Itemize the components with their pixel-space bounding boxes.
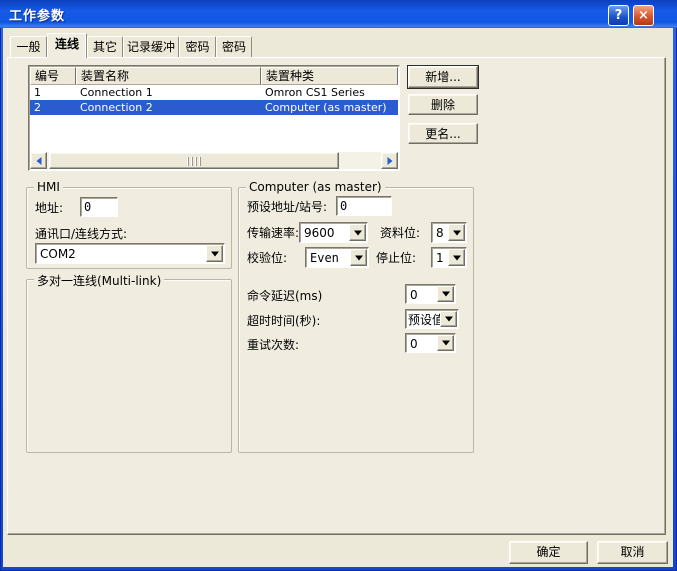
delete-button[interactable]: 删除: [408, 94, 478, 115]
combo-value: 9600: [304, 225, 335, 241]
port-combobox[interactable]: COM2: [35, 243, 225, 264]
tab-record-buffer[interactable]: 记录缓冲区: [123, 36, 179, 57]
cell-name: Connection 1: [76, 85, 261, 100]
multilink-group-title: 多对一连线(Multi-link): [34, 272, 164, 289]
command-delay-label: 命令延迟(ms): [247, 288, 322, 304]
dropdown-button[interactable]: [206, 245, 223, 262]
default-address-label: 预设地址/站号:: [247, 199, 327, 215]
tab-password-table[interactable]: 密码表: [179, 36, 216, 57]
hmi-group-title: HMI: [34, 180, 63, 194]
multilink-group: 多对一连线(Multi-link): [26, 279, 232, 453]
command-delay-combobox[interactable]: 0: [405, 284, 456, 304]
default-address-input[interactable]: 0: [336, 196, 392, 216]
retry-count-combobox[interactable]: 0: [405, 333, 456, 353]
hmi-group: HMI 地址: 0 通讯口/连线方式: COM2: [26, 187, 232, 269]
chevron-down-icon: [453, 230, 461, 235]
device-list: 编号 装置名称 装置种类 1 Connection 1 Omron CS1 Se…: [28, 65, 400, 171]
arrow-right-icon: [387, 157, 392, 165]
parity-label: 校验位:: [247, 250, 287, 266]
scrollbar-thumb[interactable]: [49, 152, 339, 169]
combo-value: COM2: [40, 246, 76, 262]
column-header-type[interactable]: 装置种类: [261, 67, 398, 85]
data-bits-label: 资料位:: [380, 225, 420, 241]
tab-label: 密码: [222, 40, 246, 54]
dialog-title: 工作参数: [9, 5, 65, 24]
parity-combobox[interactable]: Even: [305, 247, 369, 268]
add-button[interactable]: 新增...: [408, 66, 478, 88]
chevron-down-icon: [354, 230, 362, 235]
chevron-down-icon: [453, 255, 461, 260]
scroll-left-button[interactable]: [30, 152, 47, 169]
chevron-down-icon: [442, 341, 450, 346]
device-list-header: 编号 装置名称 装置种类: [30, 67, 398, 85]
data-bits-combobox[interactable]: 8: [431, 222, 467, 243]
tab-general[interactable]: 一般: [10, 36, 47, 57]
dialog-client-area: 一般 连线 其它 记录缓冲区 密码表 密码 编号 装置名称 装置种类 1 Con…: [3, 28, 673, 567]
combo-value: 预设值: [408, 312, 444, 328]
scroll-right-button[interactable]: [381, 152, 398, 169]
arrow-left-icon: [36, 157, 41, 165]
chevron-down-icon: [355, 255, 363, 260]
dialog-window: 工作参数 ? × 一般 连线 其它 记录缓冲区 密码表 密码 编号 装置名称 装…: [0, 0, 677, 571]
stop-bits-combobox[interactable]: 1: [431, 247, 467, 268]
timeout-label: 超时时间(秒):: [247, 313, 320, 329]
computer-group-title: Computer (as master): [246, 180, 385, 194]
computer-group: Computer (as master) 预设地址/站号: 0 传输速率: 96…: [238, 187, 474, 453]
timeout-combobox[interactable]: 预设值: [405, 309, 459, 329]
combo-value: 1: [436, 250, 444, 266]
help-icon: ?: [615, 8, 623, 23]
ok-button[interactable]: 确定: [509, 541, 588, 564]
chevron-down-icon: [211, 251, 219, 256]
close-button[interactable]: ×: [633, 5, 654, 26]
cell-type: Omron CS1 Series: [261, 85, 398, 100]
cancel-button[interactable]: 取消: [597, 541, 668, 564]
combo-value: 8: [436, 225, 444, 241]
address-label: 地址:: [35, 200, 63, 216]
grip-icon: [187, 157, 201, 166]
port-label: 通讯口/连线方式:: [35, 226, 127, 242]
device-row-1[interactable]: 1 Connection 1 Omron CS1 Series: [30, 85, 398, 100]
help-button[interactable]: ?: [608, 5, 629, 26]
tab-label: 一般: [16, 40, 40, 54]
dropdown-button[interactable]: [448, 249, 465, 266]
cell-type: Computer (as master): [261, 100, 398, 115]
baud-label: 传输速率:: [247, 225, 299, 241]
stop-bits-label: 停止位:: [376, 250, 416, 266]
dropdown-button[interactable]: [349, 224, 366, 241]
dropdown-button[interactable]: [440, 311, 457, 327]
column-header-id[interactable]: 编号: [30, 67, 76, 85]
tab-page-connection: 编号 装置名称 装置种类 1 Connection 1 Omron CS1 Se…: [7, 57, 666, 535]
chevron-down-icon: [442, 292, 450, 297]
tab-label: 其它: [93, 40, 117, 54]
cell-name: Connection 2: [76, 100, 261, 115]
dropdown-button[interactable]: [437, 335, 454, 351]
title-bar[interactable]: 工作参数 ? ×: [0, 0, 677, 28]
dropdown-button[interactable]: [350, 249, 367, 266]
combo-value: 0: [410, 287, 418, 303]
combo-value: 0: [410, 336, 418, 352]
chevron-down-icon: [445, 317, 453, 322]
horizontal-scrollbar[interactable]: [30, 152, 398, 169]
tab-password[interactable]: 密码: [216, 36, 252, 57]
rename-button[interactable]: 更名...: [408, 123, 478, 144]
address-input[interactable]: 0: [80, 197, 118, 217]
tab-others[interactable]: 其它: [87, 36, 123, 57]
dropdown-button[interactable]: [448, 224, 465, 241]
column-header-name[interactable]: 装置名称: [76, 67, 261, 85]
device-row-2-selected[interactable]: 2 Connection 2 Computer (as master): [30, 100, 398, 115]
dropdown-button[interactable]: [437, 286, 454, 302]
combo-value: Even: [310, 250, 339, 266]
baud-combobox[interactable]: 9600: [299, 222, 368, 243]
close-icon: ×: [638, 8, 649, 23]
tab-label: 连线: [55, 37, 79, 51]
cell-id: 2: [30, 100, 76, 115]
cell-id: 1: [30, 85, 76, 100]
retry-count-label: 重试次数:: [247, 337, 299, 353]
tab-connection[interactable]: 连线: [47, 33, 87, 58]
